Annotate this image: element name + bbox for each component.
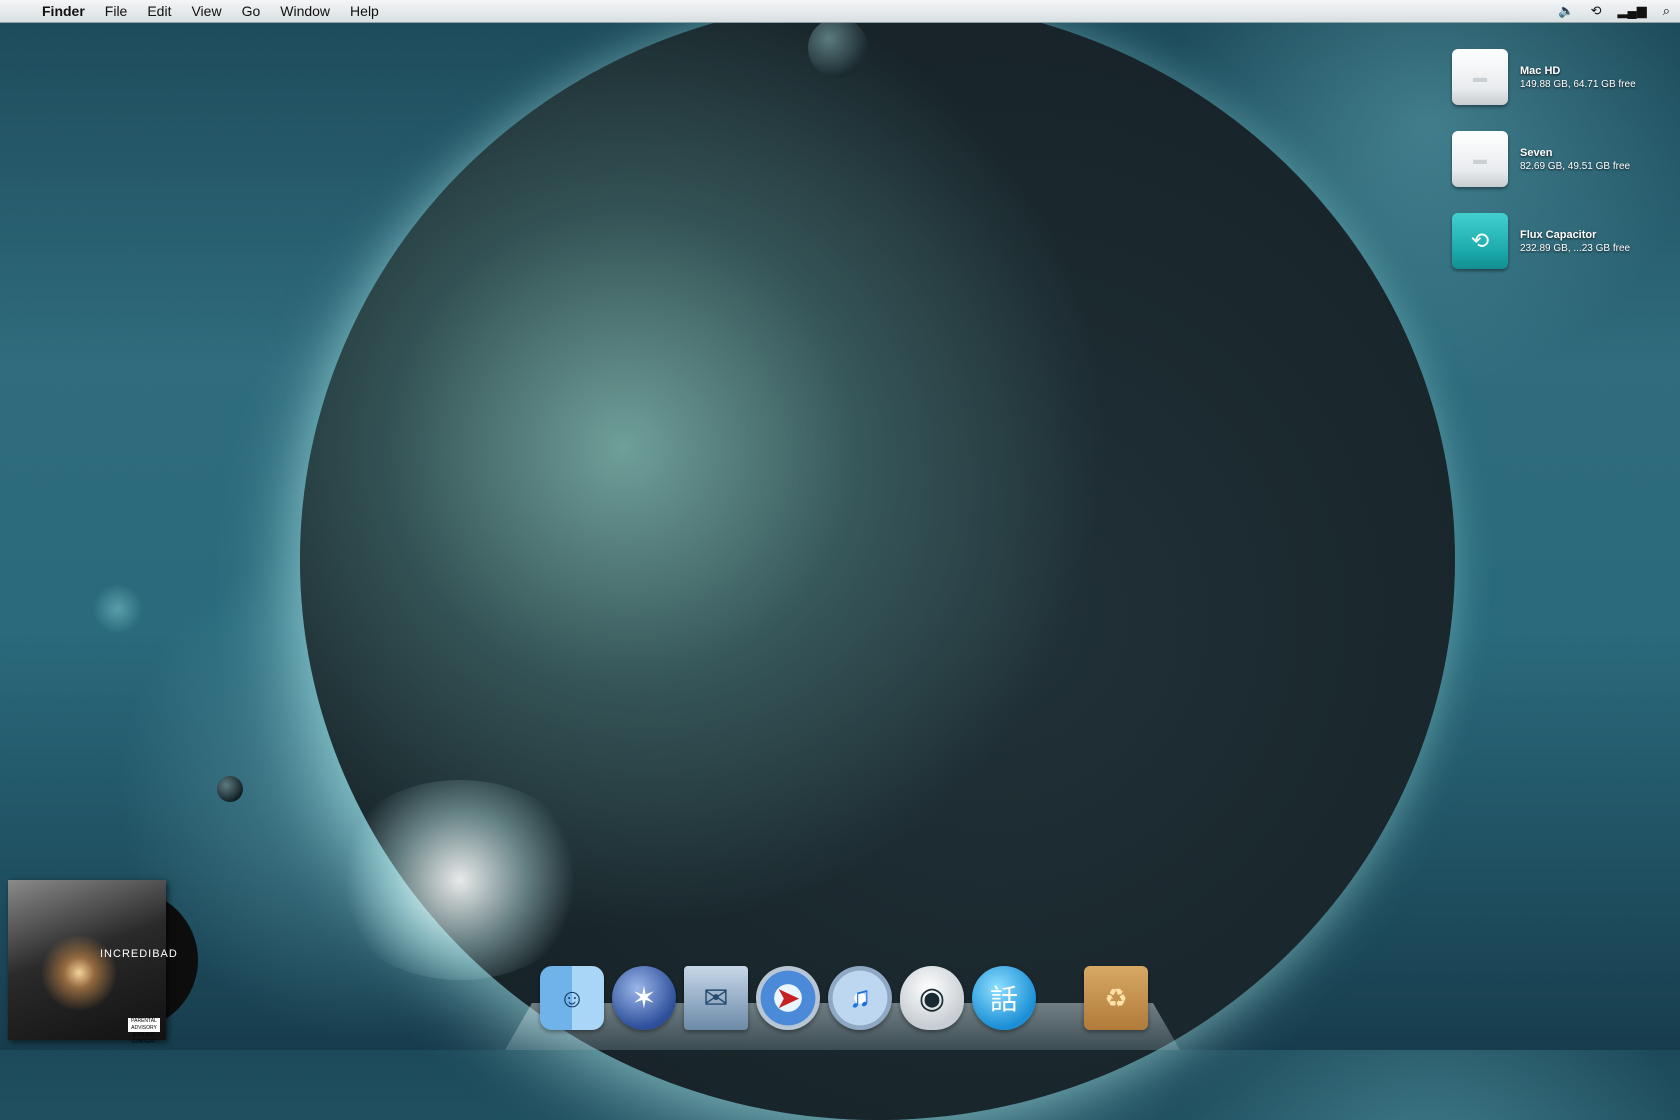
menu-bar: Finder File Edit View Go Window Help 🔈 ⟲… <box>0 0 1680 23</box>
dock-finder-icon[interactable]: ☺ <box>540 966 604 1030</box>
wallpaper-glow <box>330 780 590 980</box>
hard-drive-icon[interactable]: ▬ <box>1452 49 1508 105</box>
dock-dashboard-icon[interactable]: ✶ <box>612 966 676 1030</box>
time-machine-drive-icon[interactable]: ⟲ <box>1452 213 1508 269</box>
parental-advisory-label: PARENTAL ADVISORY EXPLICIT CONTENT <box>128 1018 160 1045</box>
wifi-icon[interactable]: ▂▄▆ <box>1618 3 1647 19</box>
album-artwork-widget[interactable]: INCREDIBAD PARENTAL ADVISORY EXPLICIT CO… <box>8 880 177 1045</box>
volume-icon[interactable]: 🔈 <box>1558 3 1574 19</box>
hard-drive-icon[interactable]: ▬ <box>1452 131 1508 187</box>
volume-name: Flux Capacitor <box>1520 228 1597 241</box>
volume-name: Seven <box>1520 146 1553 159</box>
menu-view[interactable]: View <box>181 0 231 22</box>
dock-mail-icon[interactable]: ✉ <box>684 966 748 1030</box>
dock-safari-icon[interactable]: ➤ <box>756 966 820 1030</box>
volume-info: 232.89 GB, ...23 GB free <box>1520 242 1631 254</box>
volume-flux-capacitor[interactable]: ⟲ Flux Capacitor 232.89 GB, ...23 GB fre… <box>1452 200 1662 282</box>
volume-info: 149.88 GB, 64.71 GB free <box>1520 78 1636 90</box>
menu-help[interactable]: Help <box>340 0 389 22</box>
volume-seven[interactable]: ▬ Seven 82.69 GB, 49.51 GB free <box>1452 118 1662 200</box>
menu-edit[interactable]: Edit <box>137 0 181 22</box>
time-machine-icon[interactable]: ⟲ <box>1591 3 1602 19</box>
menu-app-finder[interactable]: Finder <box>38 0 95 22</box>
menu-window[interactable]: Window <box>270 0 340 22</box>
volume-name: Mac HD <box>1520 64 1561 77</box>
dock: ☺ ✶ ✉ ➤ ♫ ◉ 話 ♻ <box>540 960 1148 1030</box>
menu-go[interactable]: Go <box>232 0 271 22</box>
volume-mac-hd[interactable]: ▬ Mac HD 149.88 GB, 64.71 GB free <box>1452 36 1662 118</box>
dock-chat-icon[interactable]: 話 <box>972 966 1036 1030</box>
dock-eve-icon[interactable]: ◉ <box>900 966 964 1030</box>
dock-itunes-icon[interactable]: ♫ <box>828 966 892 1030</box>
wallpaper-moon <box>808 18 868 78</box>
desktop-volumes: ▬ Mac HD 149.88 GB, 64.71 GB free ▬ Seve… <box>1452 36 1662 282</box>
volume-label: Seven 82.69 GB, 49.51 GB free <box>1520 147 1630 172</box>
volume-info: 82.69 GB, 49.51 GB free <box>1520 160 1631 172</box>
album-title: INCREDIBAD <box>100 948 178 960</box>
menu-file[interactable]: File <box>95 0 138 22</box>
wallpaper-moon-small <box>217 776 243 802</box>
volume-label: Flux Capacitor 232.89 GB, ...23 GB free <box>1520 229 1630 254</box>
menu-extras: 🔈 ⟲ ▂▄▆ ⌕ <box>1558 0 1670 22</box>
spotlight-icon[interactable]: ⌕ <box>1663 3 1670 19</box>
dock-trash-icon[interactable]: ♻ <box>1084 966 1148 1030</box>
volume-label: Mac HD 149.88 GB, 64.71 GB free <box>1520 65 1636 90</box>
